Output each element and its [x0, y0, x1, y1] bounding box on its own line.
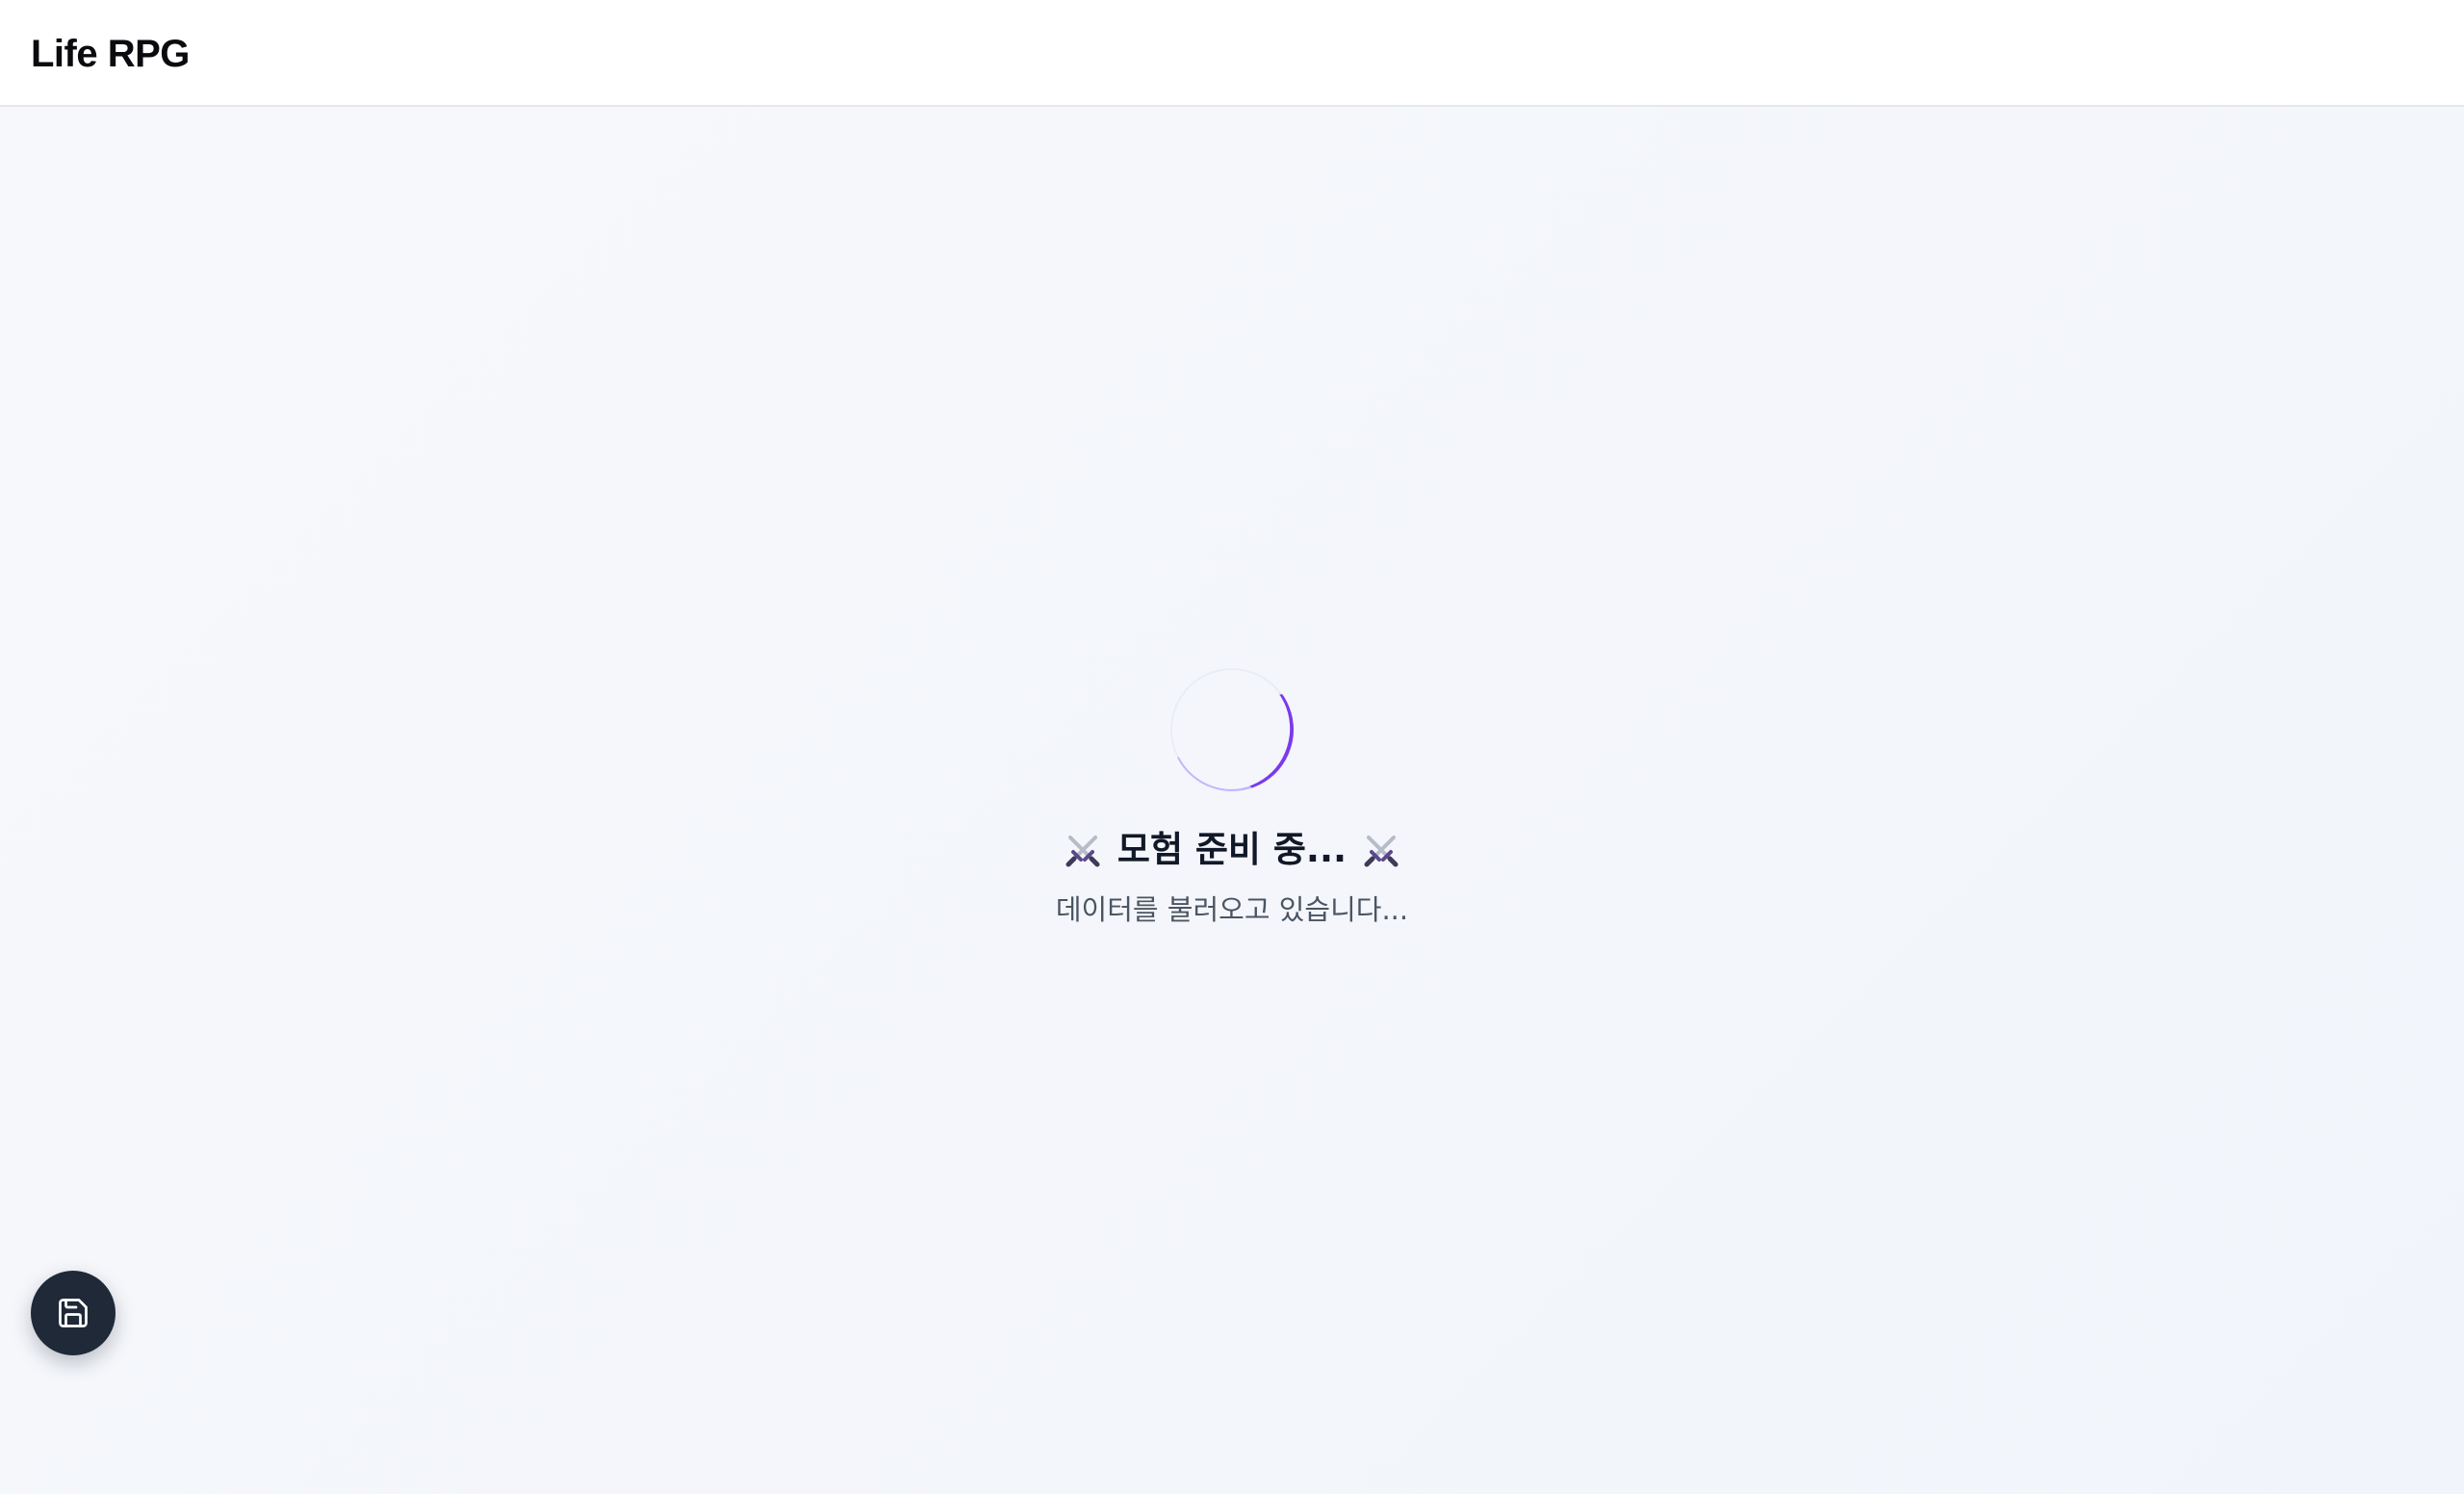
top-bar: Life RPG	[0, 0, 2464, 107]
crossed-swords-icon	[1064, 831, 1102, 869]
save-icon	[56, 1296, 90, 1330]
loading-screen: 모험 준비 중... 데이터를 불러오고 있습니다...	[0, 652, 2464, 931]
loading-spinner	[1154, 652, 1310, 808]
crossed-swords-icon	[1362, 831, 1400, 869]
loading-title-row: 모험 준비 중...	[1064, 823, 1400, 877]
save-button[interactable]	[31, 1271, 116, 1355]
loading-title: 모험 준비 중...	[1116, 829, 1348, 870]
loading-subtitle: 데이터를 불러오고 있습니다...	[1055, 893, 1409, 926]
app-title: Life RPG	[31, 33, 190, 75]
